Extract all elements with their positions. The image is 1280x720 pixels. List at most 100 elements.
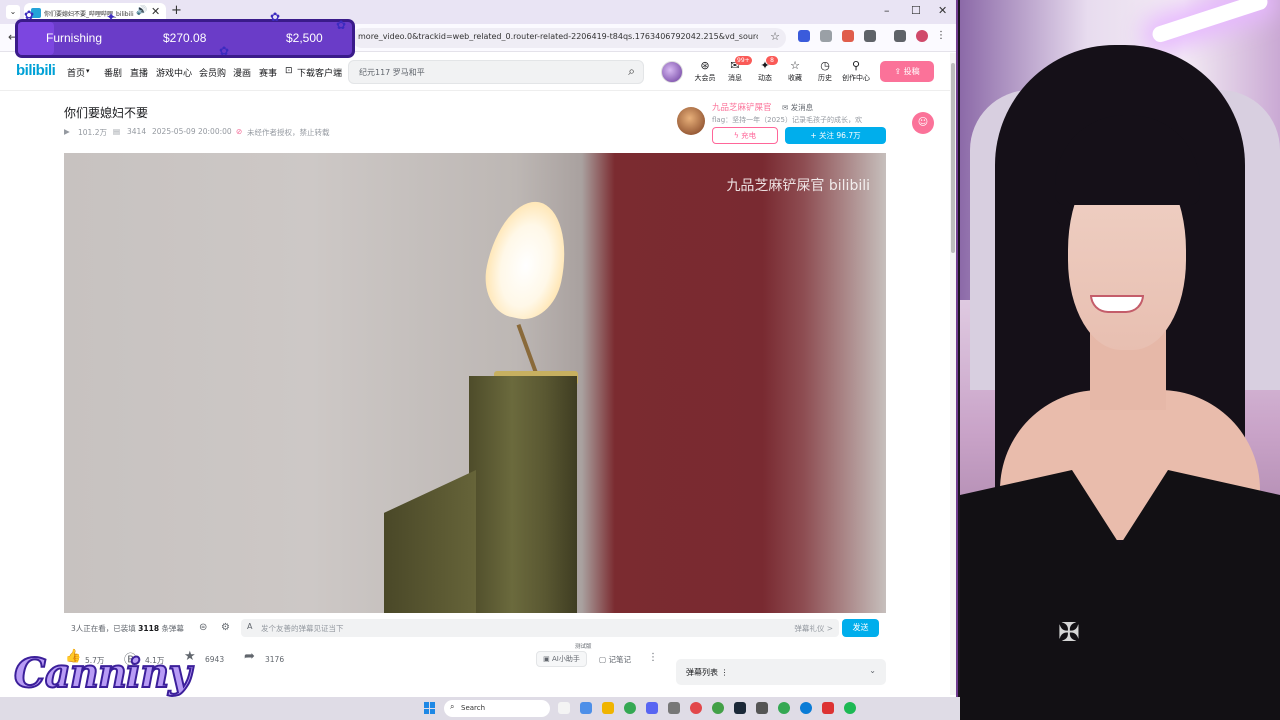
bookmark-star-icon[interactable]: ☆ (770, 30, 780, 43)
widget-icon[interactable] (580, 702, 592, 714)
edge-icon[interactable] (800, 702, 812, 714)
take-note-button[interactable]: ▢ 记笔记 (599, 654, 631, 665)
nav-game[interactable]: 游戏中心 (156, 66, 192, 79)
screen: ⌄ 你们要媳妇不要_哔哩哔哩_bilibili 🔊 ✕ + – ☐ ✕ ← mo… (0, 0, 1280, 720)
search-input[interactable]: 纪元117 罗马和平 (359, 67, 425, 78)
minimize-icon[interactable]: – (884, 4, 890, 17)
nav-manga[interactable]: 漫画 (233, 66, 251, 79)
danmaku-toggle-icon[interactable]: ⊜ (199, 622, 207, 633)
goal-current: $270.08 (163, 31, 207, 45)
page-scrollbar[interactable] (950, 53, 956, 695)
danmaku-list-label: 弹幕列表 (686, 668, 718, 677)
nav-match[interactable]: 赛事 (259, 66, 277, 79)
scrollbar-thumb[interactable] (951, 63, 955, 253)
share-icon[interactable]: ➦ (244, 649, 255, 664)
danmaku-list-header[interactable]: 弹幕列表 ⋮ ⌄ (676, 659, 886, 685)
uploader-avatar[interactable] (677, 107, 705, 135)
extensions-puzzle-icon[interactable] (864, 30, 876, 42)
danmaku-count: 3414 (127, 127, 147, 136)
app-icon[interactable] (756, 702, 768, 714)
nav-home[interactable]: 首页 (67, 66, 85, 79)
danmaku-etiquette-link[interactable]: 弹幕礼仪 > (794, 623, 833, 634)
danmaku-placeholder: 发个友善的弹幕见证当下 (261, 624, 344, 633)
uploader-name[interactable]: 九品芝麻铲屎官 (712, 101, 772, 113)
ai-assistant-button[interactable]: ▣ AI小助手 (536, 651, 587, 667)
chevron-down-icon[interactable]: ⌄ (869, 666, 876, 675)
bilibili-logo[interactable]: bilibili (16, 62, 56, 79)
search-icon[interactable]: ⌕ (628, 64, 635, 79)
tab-close-icon[interactable]: ✕ (151, 5, 160, 18)
vip-label: 大会员 (694, 74, 716, 82)
nav-download[interactable]: 下载客户端 (297, 66, 342, 79)
search-box[interactable]: 纪元117 罗马和平 ⌕ (348, 60, 644, 84)
no-repost-icon: ⊘ (236, 127, 243, 136)
extension-icon[interactable] (842, 30, 854, 42)
nav-live[interactable]: 直播 (130, 66, 148, 79)
tab-search-icon[interactable]: ⌄ (6, 5, 20, 19)
upload-button[interactable]: ⇪ 投稿 (880, 61, 934, 82)
header-creator[interactable]: ⚲ 创作中心 (840, 59, 872, 83)
user-avatar[interactable] (661, 61, 683, 83)
url-text[interactable]: more_video.0&trackid=web_related_0.route… (358, 32, 758, 41)
tab-title: 你们要媳妇不要_哔哩哔哩_bilibili (44, 11, 134, 18)
address-bar[interactable]: more_video.0&trackid=web_related_0.route… (352, 28, 786, 48)
browser-window: ⌄ 你们要媳妇不要_哔哩哔哩_bilibili 🔊 ✕ + – ☐ ✕ ← mo… (0, 0, 958, 697)
extension-icon[interactable] (820, 30, 832, 42)
media-icon[interactable] (894, 30, 906, 42)
nav-anime[interactable]: 番剧 (104, 66, 122, 79)
viewer-count: 3人正在看，已装填 3118 条弹幕 (71, 623, 184, 634)
sparkle-icon: ✿ (336, 18, 347, 32)
app-icon[interactable] (822, 702, 834, 714)
floating-assistant-icon[interactable]: ☺ (912, 112, 934, 134)
text-style-icon[interactable]: A (247, 622, 252, 631)
video-player[interactable]: 九品芝麻铲屎官 bilibili (64, 153, 886, 613)
follow-button[interactable]: + 关注 96.7万 (785, 127, 886, 144)
back-icon[interactable]: ← (8, 30, 18, 44)
chrome-profile-icon[interactable] (690, 702, 702, 714)
browser-icon[interactable] (712, 702, 724, 714)
upload-label: 投稿 (903, 67, 920, 76)
chrome-icon[interactable] (624, 702, 636, 714)
history-label: 历史 (818, 74, 832, 82)
windows-start-icon[interactable] (424, 702, 436, 714)
new-tab-icon[interactable]: + (171, 3, 182, 18)
ai-assistant-label: AI小助手 (551, 655, 580, 663)
header-history[interactable]: ◷ 历史 (813, 59, 837, 83)
discord-icon[interactable] (646, 702, 658, 714)
send-message-link[interactable]: ✉ 发消息 (782, 102, 813, 113)
extension-icon[interactable] (798, 30, 810, 42)
copyright-notice: 未经作者授权，禁止转载 (247, 128, 330, 137)
danmaku-suffix: 条弹幕 (161, 624, 184, 633)
sparkle-icon: ✿ (219, 44, 230, 58)
send-danmaku-button[interactable]: 发送 (842, 619, 879, 637)
menu-icon[interactable]: ⋮ (936, 30, 948, 42)
spotify-icon[interactable] (844, 702, 856, 714)
danmaku-input[interactable]: A 发个友善的弹幕见证当下 弹幕礼仪 > (241, 619, 839, 637)
beta-tag: 测试版 (574, 642, 593, 650)
maximize-icon[interactable]: ☐ (911, 4, 921, 17)
play-count-icon: ▶ (64, 127, 70, 136)
task-view-icon[interactable] (558, 702, 570, 714)
video-watermark: 九品芝麻铲屎官 bilibili (726, 178, 870, 194)
streamer-logo: Canniny (13, 649, 192, 698)
taskbar-search[interactable]: ⌕ Search (444, 700, 550, 717)
dynamic-label: 动态 (758, 74, 772, 82)
header-favorite[interactable]: ☆ 收藏 (783, 59, 807, 83)
goal-label: Furnishing (46, 31, 103, 45)
close-window-icon[interactable]: ✕ (938, 4, 947, 17)
creator-icon: ⚲ (851, 59, 861, 72)
fav-count: 6943 (205, 655, 225, 664)
header-vip[interactable]: ⊛ 大会员 (693, 59, 717, 83)
tab-active[interactable]: 你们要媳妇不要_哔哩哔哩_bilibili 🔊 ✕ (24, 3, 166, 24)
file-explorer-icon[interactable] (602, 702, 614, 714)
chrome-icon[interactable] (778, 702, 790, 714)
speaker-icon[interactable]: 🔊 (136, 6, 147, 16)
nav-mall[interactable]: 会员购 (199, 66, 226, 79)
danmaku-settings-icon[interactable]: ⚙ (221, 622, 230, 633)
profile-icon[interactable] (916, 30, 928, 42)
steam-icon[interactable] (734, 702, 746, 714)
message-label: 消息 (728, 74, 742, 82)
charge-button[interactable]: ϟ 充电 (712, 127, 778, 144)
app-icon[interactable] (668, 702, 680, 714)
more-options-icon[interactable]: ⋮ (648, 652, 658, 663)
